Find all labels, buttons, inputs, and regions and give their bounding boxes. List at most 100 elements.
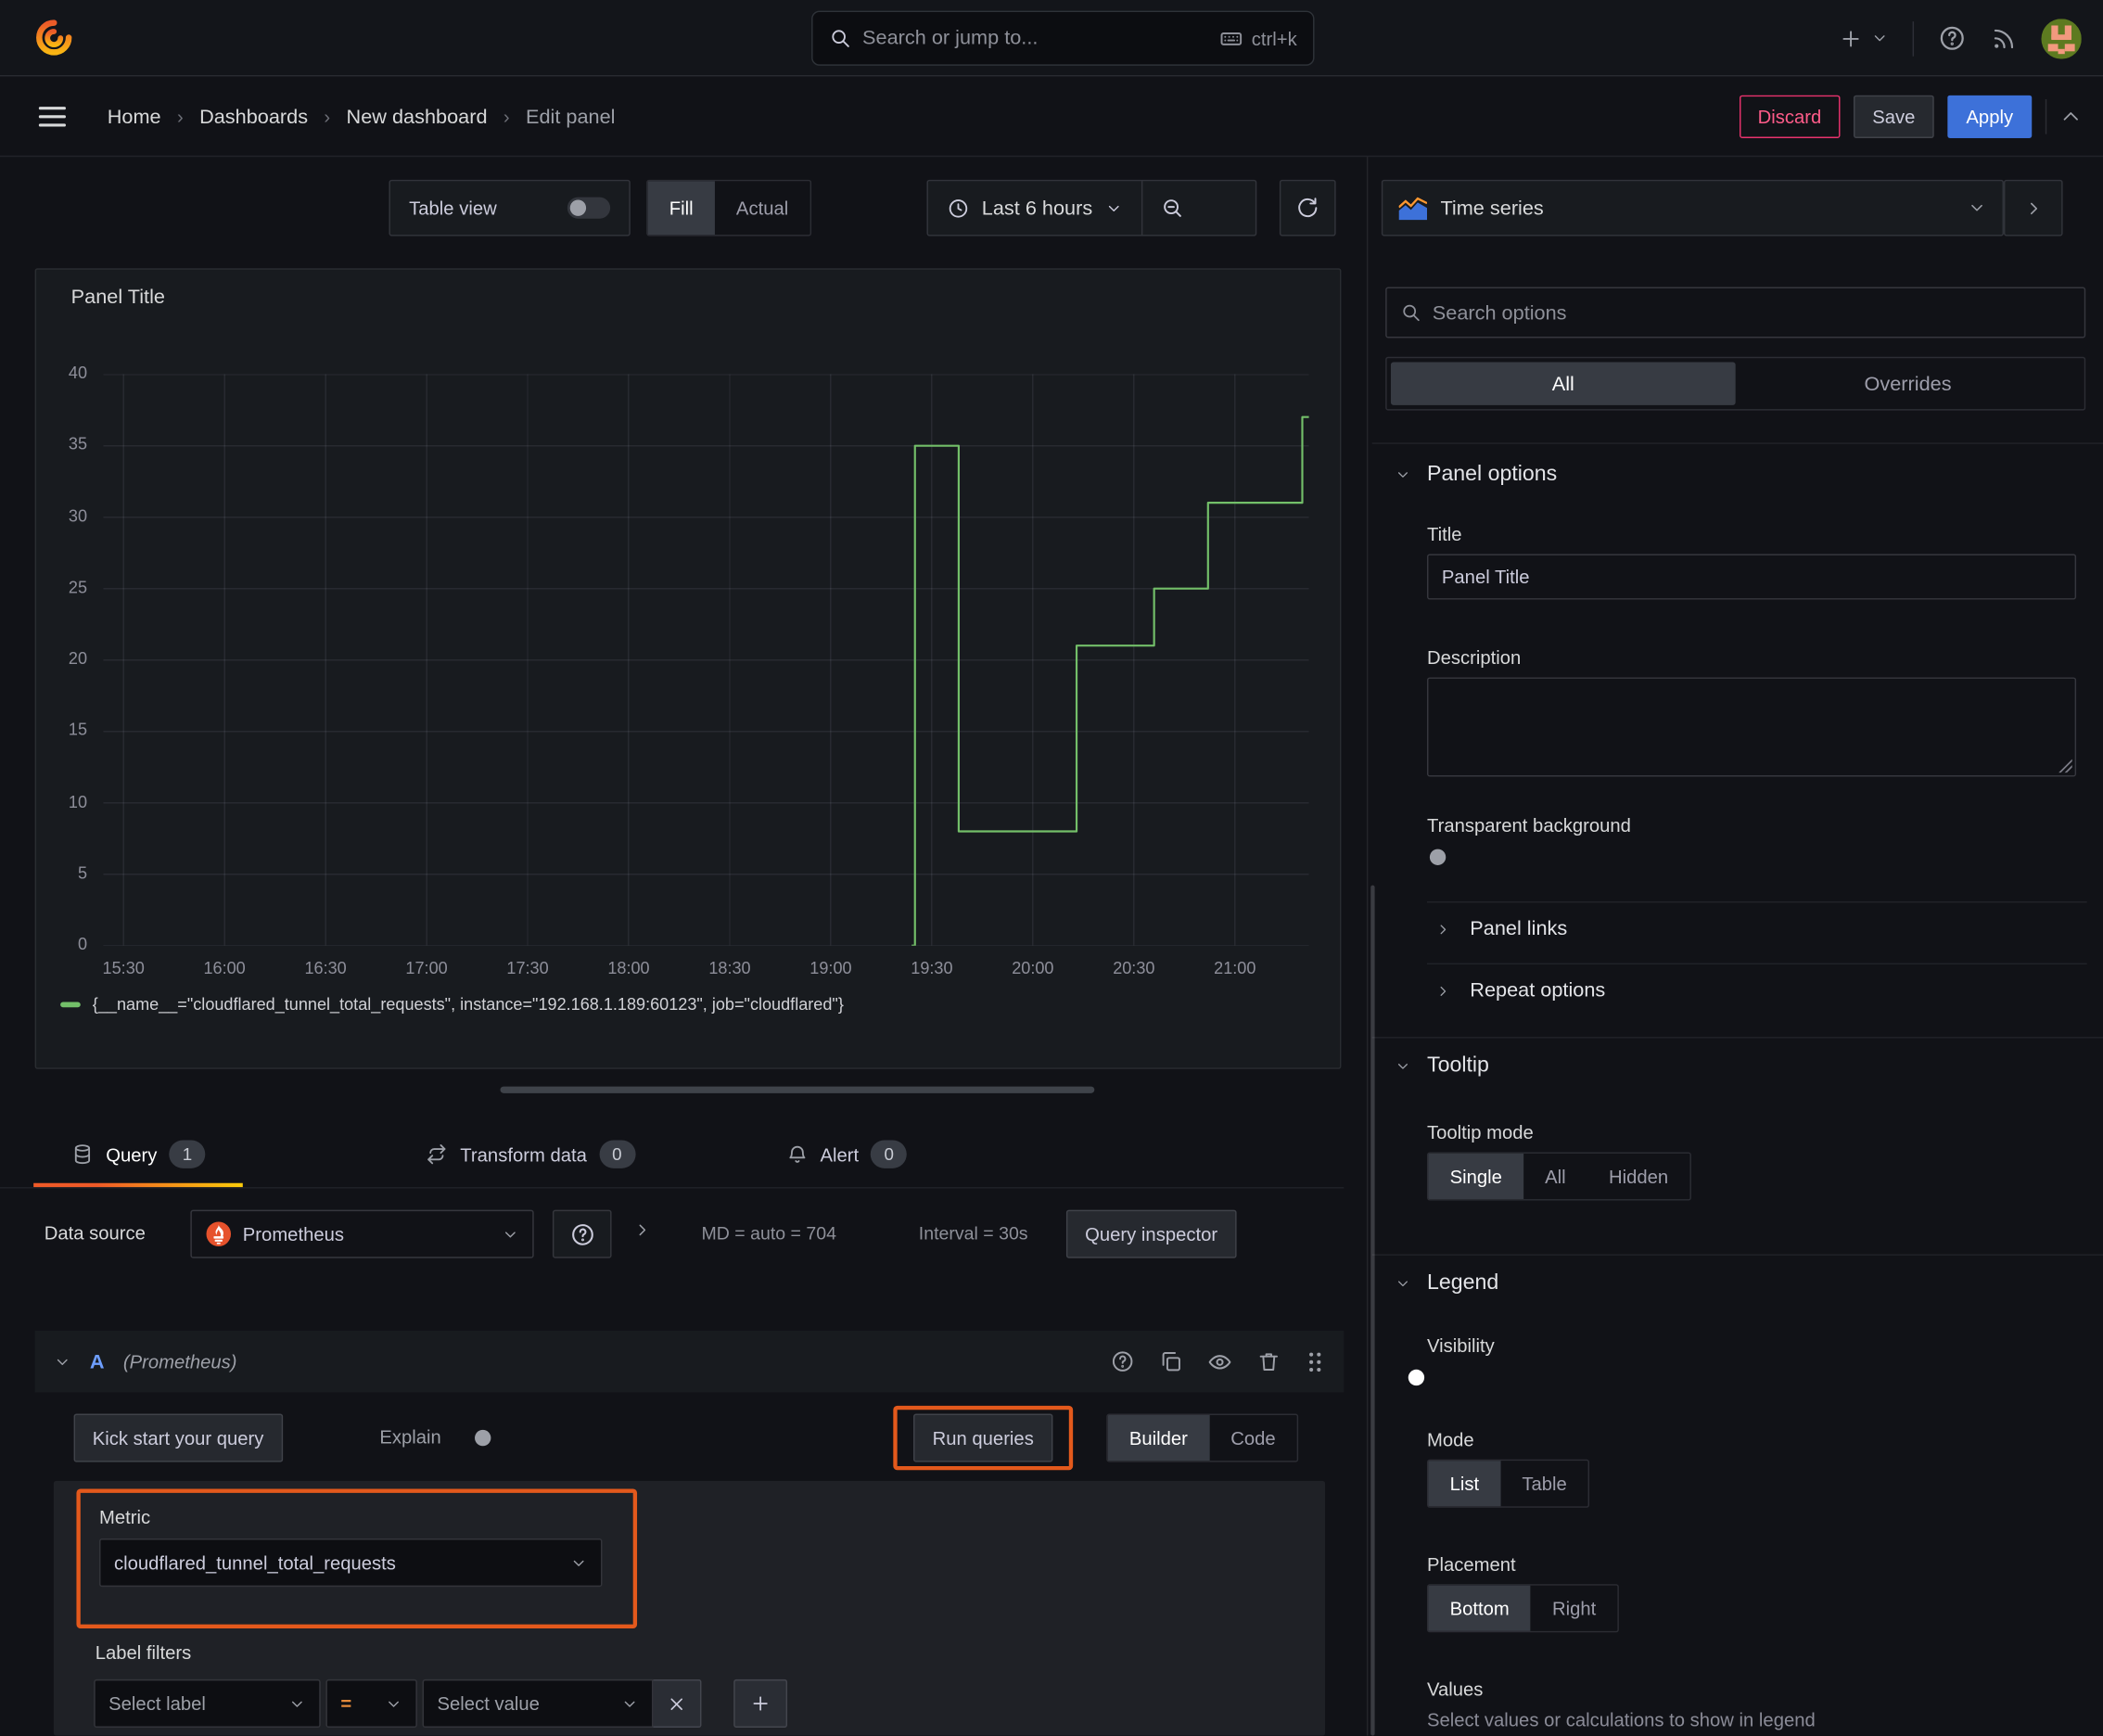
close-icon [670, 1697, 682, 1710]
options-tab-all[interactable]: All [1390, 362, 1736, 405]
news-rss-icon[interactable] [1991, 25, 2018, 52]
builder-option[interactable]: Builder [1107, 1414, 1210, 1462]
refresh-button[interactable] [1279, 179, 1336, 236]
breadcrumb-home[interactable]: Home [108, 106, 161, 129]
select-value-placeholder: Select value [437, 1692, 540, 1715]
search-options-field[interactable] [1385, 287, 2086, 338]
legend-mode-list[interactable]: List [1428, 1461, 1501, 1507]
search-input[interactable] [862, 26, 1209, 50]
time-range-picker[interactable]: Last 6 hours [928, 181, 1141, 235]
run-queries-button[interactable]: Run queries [913, 1413, 1053, 1462]
datasource-picker[interactable]: Prometheus [190, 1209, 534, 1258]
legend-placement-bottom[interactable]: Bottom [1428, 1585, 1531, 1631]
repeat-options-section[interactable]: Repeat options [1435, 979, 1605, 1002]
legend-mode-table[interactable]: Table [1500, 1461, 1588, 1506]
table-view-toggle[interactable] [567, 197, 611, 219]
x-tick-label: 19:30 [911, 959, 953, 978]
chevron-down-icon [502, 1225, 519, 1243]
grafana-logo-icon[interactable] [32, 18, 72, 57]
legend-section-header[interactable]: Legend [1395, 1271, 1498, 1296]
select-label-dropdown[interactable]: Select label [94, 1679, 321, 1729]
chevron-down-icon [1397, 472, 1408, 478]
tooltip-mode-hidden[interactable]: Hidden [1587, 1154, 1689, 1199]
query-help-icon[interactable] [1111, 1349, 1135, 1373]
global-search[interactable]: ctrl+k [811, 10, 1315, 66]
breadcrumb: Home › Dashboards › New dashboard › Edit… [108, 76, 616, 157]
panel-links-label: Panel links [1470, 917, 1568, 940]
code-option[interactable]: Code [1209, 1415, 1297, 1461]
expand-options-icon[interactable] [633, 1220, 652, 1239]
transform-icon [426, 1142, 449, 1166]
actual-option[interactable]: Actual [715, 181, 810, 235]
tooltip-mode-single[interactable]: Single [1428, 1153, 1524, 1200]
zoom-out-time-button[interactable] [1141, 181, 1201, 236]
query-inspector-button[interactable]: Query inspector [1065, 1209, 1237, 1258]
chevron-down-icon [1397, 1281, 1408, 1287]
legend-series-label[interactable]: {__name__="cloudflared_tunnel_total_requ… [93, 995, 844, 1014]
collapse-header-icon[interactable] [2060, 106, 2082, 127]
breadcrumb-new-dashboard[interactable]: New dashboard [347, 106, 488, 129]
scrollbar-thumb[interactable] [1370, 885, 1375, 1736]
legend-swatch [60, 1002, 81, 1008]
divider [1427, 901, 2087, 903]
query-ref-id[interactable]: A [90, 1350, 105, 1373]
operator-dropdown[interactable]: = [325, 1679, 417, 1729]
resize-handle[interactable] [500, 1086, 1095, 1093]
toggle-visibility-icon[interactable] [1207, 1348, 1232, 1373]
save-button[interactable]: Save [1854, 95, 1934, 138]
fill-option[interactable]: Fill [647, 181, 715, 236]
metric-select[interactable]: cloudflared_tunnel_total_requests [99, 1538, 603, 1588]
datasource-help-button[interactable] [552, 1209, 612, 1258]
remove-filter-button[interactable] [653, 1679, 702, 1729]
panel-title[interactable]: Panel Title [71, 286, 165, 309]
drag-handle-icon[interactable] [1305, 1350, 1325, 1373]
description-textarea[interactable] [1427, 677, 2077, 777]
collapse-query-icon[interactable] [54, 1353, 71, 1371]
table-view-label: Table view [409, 197, 497, 219]
resize-grip-icon[interactable] [2058, 759, 2072, 773]
editor-tabs: Query 1 Transform data 0 Alert 0 [0, 1121, 1345, 1189]
tab-query[interactable]: Query 1 [33, 1121, 244, 1188]
add-filter-button[interactable] [733, 1679, 788, 1729]
timeseries-chart-icon [1398, 196, 1428, 220]
time-series-chart[interactable] [103, 374, 1309, 946]
new-menu-button[interactable] [1839, 26, 1889, 50]
x-tick-label: 17:00 [405, 959, 448, 978]
kick-start-query-button[interactable]: Kick start your query [73, 1413, 283, 1462]
panel-options-section-header[interactable]: Panel options [1395, 463, 1557, 487]
builder-code-radio: Builder Code [1106, 1413, 1299, 1462]
x-tick-label: 17:30 [506, 959, 549, 978]
pane-divider[interactable] [1366, 157, 1369, 1736]
chevron-down-icon [570, 1554, 588, 1572]
discard-button[interactable]: Discard [1739, 95, 1841, 138]
legend-placement-right[interactable]: Right [1531, 1586, 1618, 1631]
help-icon[interactable] [1938, 24, 1966, 52]
metric-field-highlight: Metric cloudflared_tunnel_total_requests [76, 1488, 638, 1628]
panel-links-section[interactable]: Panel links [1435, 917, 1568, 940]
duplicate-query-icon[interactable] [1159, 1349, 1183, 1373]
panel-title-input[interactable] [1427, 554, 2077, 600]
chart-legend[interactable]: {__name__="cloudflared_tunnel_total_requ… [60, 995, 844, 1015]
tooltip-mode-all[interactable]: All [1523, 1154, 1587, 1199]
select-value-dropdown[interactable]: Select value [422, 1679, 654, 1729]
legend-header-label: Legend [1427, 1271, 1499, 1295]
collapse-options-pane-button[interactable] [2003, 179, 2063, 236]
tab-transform-data[interactable]: Transform data 0 [388, 1121, 672, 1187]
hamburger-menu-icon[interactable] [38, 105, 68, 129]
panel-preview: Panel Title 0 5 10 15 20 25 30 35 40 15:30 16:00 1… [34, 268, 1342, 1069]
search-options-input[interactable] [1432, 300, 2071, 325]
tooltip-section-header[interactable]: Tooltip [1395, 1054, 1489, 1079]
query-row-header[interactable]: A (Prometheus) [34, 1330, 1345, 1393]
apply-button[interactable]: Apply [1947, 95, 2033, 138]
breadcrumb-dashboards[interactable]: Dashboards [199, 106, 308, 129]
section-divider [1371, 1254, 2103, 1256]
visualization-picker[interactable]: Time series [1381, 179, 2004, 236]
x-tick-label: 19:00 [809, 959, 852, 978]
chevron-down-icon [288, 1695, 306, 1713]
delete-query-icon[interactable] [1256, 1349, 1281, 1373]
alert-count-badge: 0 [871, 1140, 908, 1168]
nav-actions: Discard Save Apply [1739, 95, 2082, 138]
tab-alert[interactable]: Alert 0 [747, 1121, 944, 1187]
options-tab-overrides[interactable]: Overrides [1736, 363, 2081, 405]
user-avatar[interactable] [2041, 18, 2082, 58]
